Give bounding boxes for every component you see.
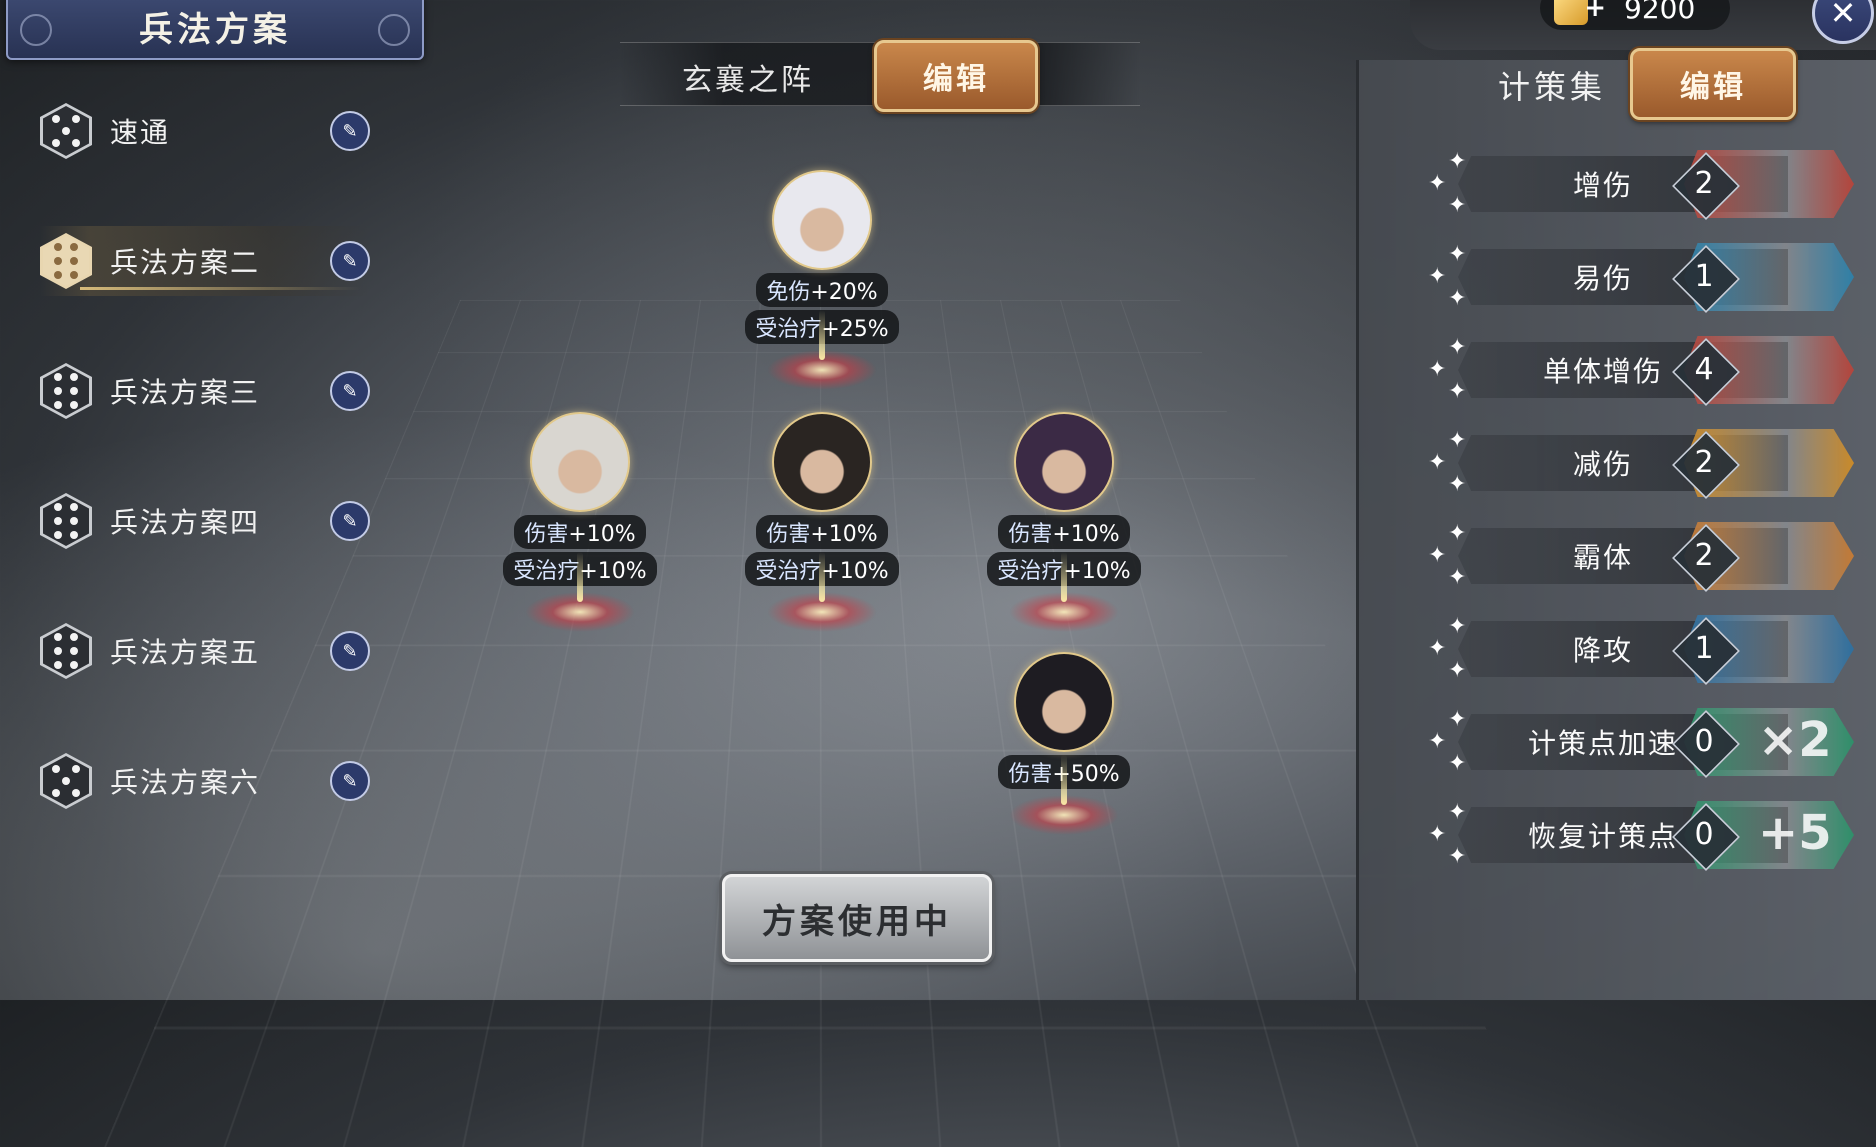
close-icon: ✕ (1829, 0, 1857, 32)
stat-value: +10% (568, 522, 636, 547)
formation-node-glow (767, 552, 877, 632)
stat-key: 受治疗 (755, 559, 822, 584)
currency-value: 9200 (1624, 0, 1696, 25)
strategy-count: 1 (1694, 631, 1714, 666)
formation-node-glow (1009, 552, 1119, 632)
character-portrait[interactable] (772, 170, 872, 270)
stat-key: 伤害 (1008, 762, 1053, 787)
stat-value: +25% (821, 317, 889, 342)
strategy-row[interactable]: ✦ ✦ ✦ 单体增伤 4 (1428, 335, 1858, 406)
dice-icon (40, 753, 92, 809)
formation-edit-button[interactable]: 编辑 (874, 40, 1038, 112)
sparkle-icon: ✦ ✦ ✦ (1428, 428, 1467, 497)
plan-item-4[interactable]: 兵法方案四 ✎ (40, 486, 370, 556)
plan-item-5[interactable]: 兵法方案五 ✎ (40, 616, 370, 686)
character-slot-bottom[interactable]: 伤害+50% (974, 652, 1154, 835)
formation-node-glow (767, 310, 877, 390)
formation-node-glow (525, 552, 635, 632)
stat-key: 免伤 (766, 280, 811, 305)
strategy-count: 4 (1694, 352, 1714, 387)
strategy-row[interactable]: ✦ ✦ ✦ 增伤 2 (1428, 149, 1858, 220)
character-slot-top[interactable]: 免伤+20% 受治疗+25% (732, 170, 912, 390)
stat-key: 受治疗 (997, 559, 1064, 584)
strategy-count: 2 (1694, 445, 1714, 480)
character-slot-left[interactable]: 伤害+10% 受治疗+10% (490, 412, 670, 632)
plan-label: 兵法方案二 (110, 246, 261, 279)
strategy-row[interactable]: ✦ ✦ ✦ 减伤 2 (1428, 428, 1858, 499)
stat-key: 伤害 (766, 522, 811, 547)
formation-node-glow (1009, 755, 1119, 835)
header-ornament-right-icon (378, 14, 410, 46)
strategy-card-glyph: +5 (1758, 805, 1832, 861)
plan-label: 兵法方案四 (110, 506, 261, 539)
stat-badge: 免伤+20% (756, 273, 888, 307)
formation-name: 玄襄之阵 (682, 63, 814, 98)
plan-item-6[interactable]: 兵法方案六 ✎ (40, 746, 370, 816)
plan-item-1[interactable]: 速通 ✎ (40, 96, 370, 166)
plan-item-3[interactable]: 兵法方案三 ✎ (40, 356, 370, 426)
stat-key: 受治疗 (755, 317, 822, 342)
stat-key: 受治疗 (513, 559, 580, 584)
strategy-set-title: 计策集 (1498, 68, 1607, 106)
plans-panel-title: 兵法方案 (139, 9, 291, 50)
sparkle-icon: ✦ ✦ ✦ (1428, 242, 1467, 311)
character-portrait[interactable] (530, 412, 630, 512)
strategy-row[interactable]: ✦ ✦ ✦ 恢复计策点 0 +5 (1428, 800, 1858, 871)
dice-icon (40, 363, 92, 419)
rename-pen-icon[interactable]: ✎ (330, 371, 370, 411)
dice-icon (40, 103, 92, 159)
strategy-row[interactable]: ✦ ✦ ✦ 计策点加速 0 ×2 (1428, 707, 1858, 778)
stat-badge: 伤害+10% (756, 515, 888, 549)
plan-label: 兵法方案三 (110, 376, 261, 409)
stat-key: 伤害 (1008, 522, 1053, 547)
stat-badge: 伤害+10% (514, 515, 646, 549)
character-portrait[interactable] (772, 412, 872, 512)
strategy-count: 1 (1694, 259, 1714, 294)
sparkle-icon: ✦ ✦ ✦ (1428, 800, 1467, 869)
plan-label: 兵法方案五 (110, 636, 261, 669)
plan-label: 速通 (110, 116, 171, 149)
header-ornament-left-icon (20, 14, 52, 46)
character-portrait[interactable] (1014, 652, 1114, 752)
stat-value: +10% (810, 522, 878, 547)
strategy-count: 2 (1694, 166, 1714, 201)
character-portrait[interactable] (1014, 412, 1114, 512)
stat-value: +10% (579, 559, 647, 584)
strategy-card-glyph: ×2 (1758, 712, 1832, 768)
sparkle-icon: ✦ ✦ ✦ (1428, 521, 1467, 590)
rename-pen-icon[interactable]: ✎ (330, 241, 370, 281)
plan-in-use-button[interactable]: 方案使用中 (722, 874, 992, 962)
plan-label: 兵法方案六 (110, 766, 261, 799)
plan-item-2[interactable]: 兵法方案二 ✎ (40, 226, 370, 296)
strategy-count: 2 (1694, 538, 1714, 573)
sparkle-icon: ✦ ✦ ✦ (1428, 614, 1467, 683)
strategy-count: 0 (1694, 724, 1714, 759)
sparkle-icon: ✦ ✦ ✦ (1428, 149, 1467, 218)
stat-value: +10% (821, 559, 889, 584)
strategy-row[interactable]: ✦ ✦ ✦ 降攻 1 (1428, 614, 1858, 685)
rename-pen-icon[interactable]: ✎ (330, 631, 370, 671)
character-slot-right[interactable]: 伤害+10% 受治疗+10% (974, 412, 1154, 632)
dice-icon (40, 233, 92, 289)
dice-icon (40, 493, 92, 549)
currency-display: 9200 (1540, 0, 1730, 30)
character-slot-center[interactable]: 伤害+10% 受治疗+10% (732, 412, 912, 632)
stat-badge: 伤害+10% (998, 515, 1130, 549)
strategy-row[interactable]: ✦ ✦ ✦ 易伤 1 (1428, 242, 1858, 313)
plans-panel-header: 兵法方案 (6, 0, 424, 60)
sparkle-icon: ✦ ✦ ✦ (1428, 335, 1467, 404)
stat-value: +20% (810, 280, 878, 305)
rename-pen-icon[interactable]: ✎ (330, 761, 370, 801)
currency-token-add-icon[interactable] (1554, 0, 1606, 25)
strategy-edit-button[interactable]: 编辑 (1630, 48, 1796, 120)
stat-value: +10% (1052, 522, 1120, 547)
stat-value: +10% (1063, 559, 1131, 584)
strategy-count: 0 (1694, 817, 1714, 852)
dice-icon (40, 623, 92, 679)
sparkle-icon: ✦ ✦ ✦ (1428, 707, 1467, 776)
strategy-row[interactable]: ✦ ✦ ✦ 霸体 2 (1428, 521, 1858, 592)
rename-pen-icon[interactable]: ✎ (330, 501, 370, 541)
stat-key: 伤害 (524, 522, 569, 547)
rename-pen-icon[interactable]: ✎ (330, 111, 370, 151)
